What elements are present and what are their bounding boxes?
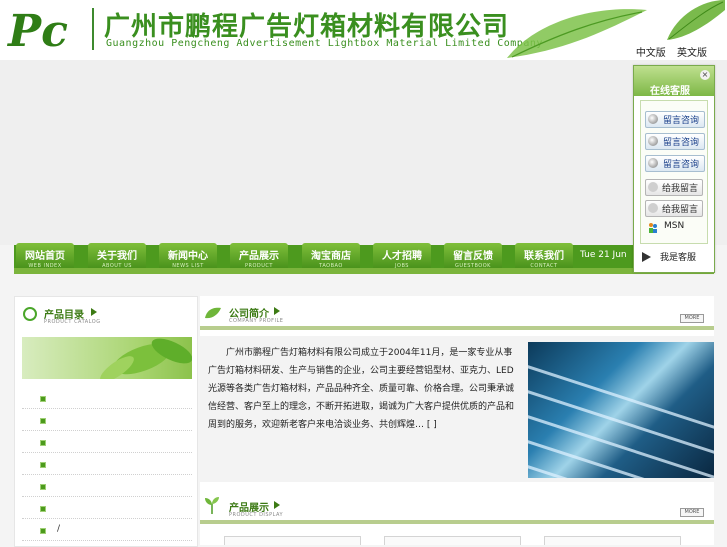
nav-label-cn: 联系我们 — [524, 251, 564, 262]
bullet-icon — [40, 418, 46, 424]
sprout-icon — [205, 497, 219, 514]
nav-label-cn: 关于我们 — [97, 251, 137, 262]
qq-icon — [648, 114, 658, 124]
bullet-icon — [40, 396, 46, 402]
list-item[interactable] — [22, 497, 192, 519]
intro-read-more-link[interactable]: [ ] — [427, 420, 437, 430]
nav-label-cn: 产品展示 — [239, 251, 279, 262]
msn-contact[interactable]: MSN — [647, 221, 707, 235]
leave-message-button[interactable]: 给我留言 — [645, 179, 703, 196]
customer-service-panel: 在线客服 × 留言咨询 留言咨询 留言咨询 给我留言 给我留言 MSN 我是客服 — [633, 65, 715, 273]
company-name-en: Guangzhou Pengcheng Advertisement Lightb… — [106, 38, 543, 49]
intro-header: 公司简介 COMPANY PROFILE MORE — [200, 296, 714, 330]
list-item-label: / — [57, 524, 61, 534]
qq-button-label: 留言咨询 — [663, 160, 700, 170]
kefu-footer-label: 我是客服 — [660, 253, 697, 263]
message-button-label: 给我留言 — [662, 184, 699, 194]
message-icon — [648, 182, 658, 192]
intro-text: 广州市鹏程广告灯箱材料有限公司成立于2004年11月，是一家专业从事广告灯箱材料… — [208, 344, 520, 434]
logo-divider — [92, 8, 94, 50]
nav-label-cn: 人才招聘 — [382, 251, 422, 262]
msn-icon — [649, 223, 657, 233]
lang-cn-link[interactable]: 中文版 — [636, 48, 666, 59]
list-item[interactable] — [22, 431, 192, 453]
kefu-header: 在线客服 × — [634, 66, 714, 97]
leave-message-button[interactable]: 给我留言 — [645, 200, 703, 217]
product-more-button[interactable]: MORE — [680, 508, 704, 517]
intro-subtitle: COMPANY PROFILE — [229, 318, 284, 324]
arrow-right-icon — [91, 308, 97, 316]
arrow-right-icon — [642, 252, 651, 262]
language-links: 中文版 英文版 — [628, 44, 707, 59]
msn-label: MSN — [664, 221, 685, 231]
nav-label-cn: 留言反馈 — [453, 251, 493, 262]
nav-label-cn: 网站首页 — [25, 251, 65, 262]
qq-consult-button[interactable]: 留言咨询 — [645, 155, 705, 172]
kefu-footer[interactable]: 我是客服 — [640, 248, 706, 264]
recycle-icon — [23, 307, 37, 321]
product-thumb[interactable] — [544, 536, 681, 545]
catalog-subtitle: PRODUCT CATALOG — [44, 319, 101, 325]
intro-paragraph: 广州市鹏程广告灯箱材料有限公司成立于2004年11月，是一家专业从事广告灯箱材料… — [208, 348, 515, 430]
kefu-title: 在线客服 — [650, 86, 690, 97]
bullet-icon — [40, 506, 46, 512]
nav-label-cn: 淘宝商店 — [311, 251, 351, 262]
qq-button-label: 留言咨询 — [663, 116, 700, 126]
catalog-header: 产品目录 PRODUCT CATALOG — [15, 297, 197, 327]
arrow-right-icon — [274, 501, 280, 509]
list-item[interactable]: / — [22, 519, 192, 541]
intro-body: 广州市鹏程广告灯箱材料有限公司成立于2004年11月，是一家专业从事广告灯箱材料… — [200, 336, 714, 482]
qq-icon — [648, 158, 658, 168]
product-thumb[interactable] — [224, 536, 361, 545]
nav-label-cn: 新闻中心 — [168, 251, 208, 262]
close-icon[interactable]: × — [700, 70, 710, 80]
main-content: 公司简介 COMPANY PROFILE MORE 广州市鹏程广告灯箱材料有限公… — [200, 296, 714, 545]
list-item[interactable] — [22, 453, 192, 475]
lang-en-link[interactable]: 英文版 — [677, 48, 707, 59]
logo-text: Pc — [6, 6, 68, 52]
arrow-right-icon — [274, 307, 280, 315]
logo[interactable]: Pc — [6, 6, 88, 52]
list-item[interactable] — [22, 409, 192, 431]
site-header: Pc 广州市鹏程广告灯箱材料有限公司 Guangzhou Pengcheng A… — [0, 0, 727, 60]
current-date: Tue 21 Jun — [580, 250, 627, 260]
intro-more-button[interactable]: MORE — [680, 314, 704, 323]
bullet-icon — [40, 462, 46, 468]
product-catalog-panel: 产品目录 PRODUCT CATALOG / — [14, 296, 198, 547]
bullet-icon — [40, 440, 46, 446]
leaf-icon — [205, 307, 221, 319]
message-icon — [648, 203, 658, 213]
product-thumb[interactable] — [384, 536, 521, 545]
banner-area — [0, 60, 727, 245]
intro-divider — [200, 326, 714, 330]
product-subtitle: PRODUCT DISPLAY — [229, 512, 284, 518]
list-item[interactable] — [22, 387, 192, 409]
qq-consult-button[interactable]: 留言咨询 — [645, 111, 705, 128]
qq-icon — [648, 136, 658, 146]
qq-button-label: 留言咨询 — [663, 138, 700, 148]
catalog-list: / — [22, 387, 192, 541]
bullet-icon — [40, 484, 46, 490]
list-item[interactable] — [22, 475, 192, 497]
message-button-label: 给我留言 — [662, 205, 699, 215]
qq-consult-button[interactable]: 留言咨询 — [645, 133, 705, 150]
kefu-contacts: 留言咨询 留言咨询 留言咨询 给我留言 给我留言 MSN — [640, 100, 708, 244]
nav-underline — [14, 268, 714, 274]
product-divider — [200, 520, 714, 524]
product-header: 产品展示 PRODUCT DISPLAY MORE — [200, 490, 714, 524]
bullet-icon — [40, 528, 46, 534]
catalog-leaves-image — [22, 337, 192, 379]
company-photo — [528, 342, 714, 478]
